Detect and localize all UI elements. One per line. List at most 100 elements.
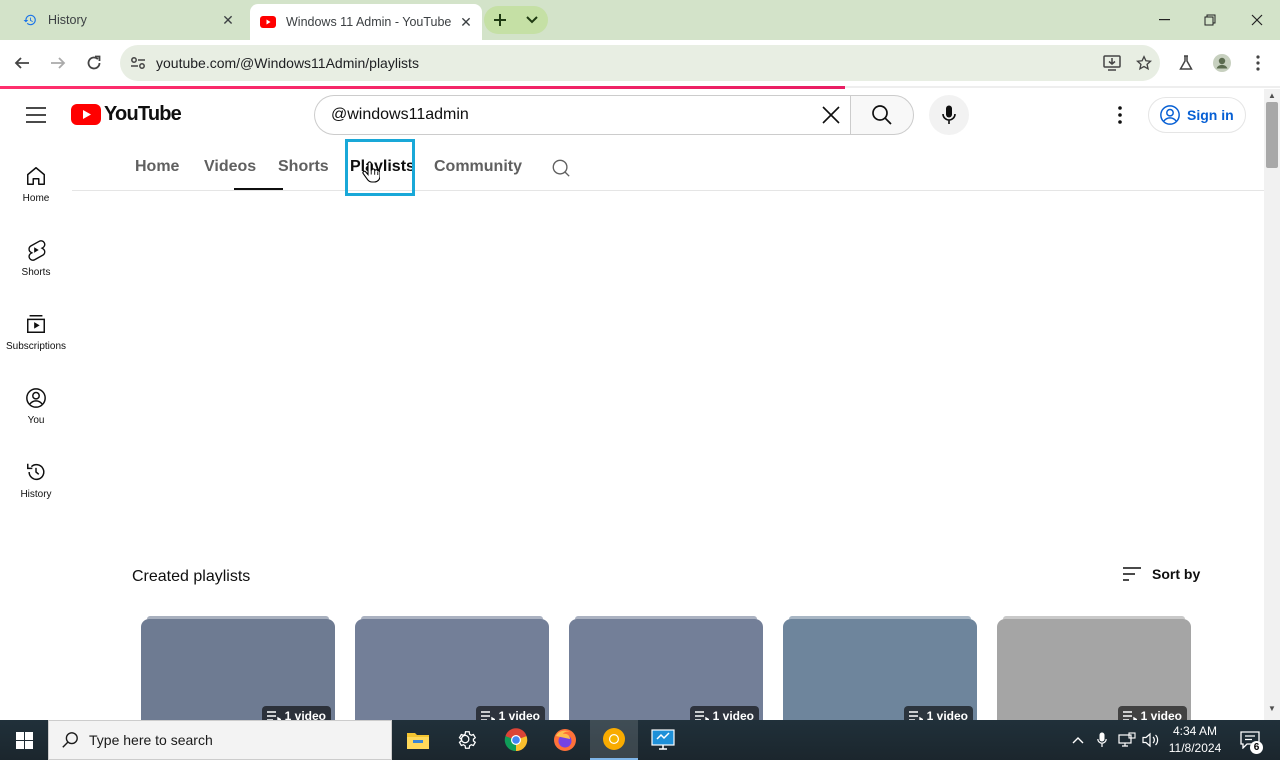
history-icon: [27, 463, 45, 481]
playlist-thumbnail[interactable]: [141, 619, 335, 720]
playlist-card[interactable]: 1 video: [783, 616, 977, 720]
tab-search-chevron-icon[interactable]: [516, 6, 548, 34]
browser-toolbar: youtube.com/@Windows11Admin/playlists: [0, 40, 1280, 86]
close-window-icon[interactable]: [1234, 0, 1280, 40]
browser-tab-youtube[interactable]: Windows 11 Admin - YouTube ✕: [250, 4, 482, 40]
minimize-icon[interactable]: [1141, 0, 1187, 40]
chrome-menu-icon[interactable]: [1242, 47, 1274, 79]
search-box: [314, 95, 851, 135]
scroll-up-arrow-icon[interactable]: ▲: [1268, 91, 1276, 100]
search-button[interactable]: [850, 95, 914, 135]
notifications-button[interactable]: 6: [1236, 720, 1264, 760]
windows-logo-icon: [15, 731, 33, 749]
guide-item-label: You: [27, 415, 45, 426]
microphone-icon: [942, 105, 956, 124]
site-settings-icon[interactable]: [120, 56, 156, 70]
scroll-down-arrow-icon[interactable]: ▼: [1268, 704, 1276, 713]
back-icon[interactable]: [6, 47, 38, 79]
playlist-card[interactable]: 1 video: [997, 616, 1191, 720]
guide-item-home[interactable]: Home: [0, 150, 72, 224]
show-hidden-icons-chevron-icon[interactable]: [1068, 720, 1088, 760]
playlist-thumbnail[interactable]: [997, 619, 1191, 720]
hamburger-menu-icon[interactable]: [16, 95, 56, 135]
notification-count-badge: 6: [1250, 741, 1263, 754]
page-scrollbar[interactable]: ▲ ▼: [1264, 89, 1280, 720]
taskbar-search-placeholder: Type here to search: [89, 732, 213, 748]
tab-community[interactable]: Community: [434, 154, 522, 190]
channel-search-icon[interactable]: [548, 155, 574, 181]
playlist-icon: [694, 711, 709, 720]
sort-by-button[interactable]: Sort by: [1122, 566, 1200, 582]
youtube-logo[interactable]: YouTube: [71, 103, 182, 126]
playlist-thumbnail[interactable]: [783, 619, 977, 720]
guide-item-shorts[interactable]: Shorts: [0, 224, 72, 298]
network-icon[interactable]: [1116, 720, 1138, 760]
hand-cursor-icon: [362, 161, 381, 188]
playlists-highlight-box: [345, 139, 415, 196]
file-explorer-icon[interactable]: [394, 720, 442, 760]
playlist-card[interactable]: 1 video: [141, 616, 335, 720]
search-icon: [872, 105, 892, 125]
tab-shorts[interactable]: Shorts: [278, 154, 329, 190]
shorts-icon: [28, 240, 46, 261]
taskbar-clock[interactable]: 4:34 AM 11/8/2024: [1166, 723, 1224, 757]
video-count-label: 1 video: [1140, 709, 1182, 720]
clock-time: 4:34 AM: [1172, 724, 1218, 738]
playlist-card[interactable]: 1 video: [569, 616, 763, 720]
tabs-divider: [72, 190, 1264, 191]
settings-more-icon[interactable]: [1100, 95, 1140, 135]
reload-icon[interactable]: [78, 47, 110, 79]
chrome-canary-app-icon[interactable]: [590, 720, 638, 760]
address-bar[interactable]: youtube.com/@Windows11Admin/playlists: [120, 45, 1160, 81]
tab-title: History: [48, 13, 87, 27]
search-input[interactable]: [331, 106, 811, 124]
clock-date: 11/8/2024: [1168, 741, 1222, 755]
playlist-thumbnail[interactable]: [569, 619, 763, 720]
microphone-tray-icon[interactable]: [1092, 720, 1112, 760]
taskbar-search[interactable]: Type here to search: [48, 720, 392, 760]
guide-item-subscriptions[interactable]: Subscriptions: [0, 298, 72, 372]
clear-search-icon[interactable]: [811, 96, 851, 134]
firefox-app-icon[interactable]: [541, 720, 589, 760]
playlist-card[interactable]: 1 video: [355, 616, 549, 720]
video-count-label: 1 video: [926, 709, 968, 720]
browser-tab-strip: History ✕ Windows 11 Admin - YouTube ✕: [0, 0, 1280, 40]
video-count-label: 1 video: [712, 709, 754, 720]
settings-gear-icon[interactable]: [443, 720, 491, 760]
chrome-app-icon[interactable]: [492, 720, 540, 760]
voice-search-button[interactable]: [929, 95, 969, 135]
new-tab-plus-icon[interactable]: [484, 6, 516, 34]
tab-videos[interactable]: Videos: [204, 154, 256, 190]
youtube-logo-icon: [71, 104, 101, 125]
video-count-label: 1 video: [498, 709, 540, 720]
section-title: Created playlists: [132, 568, 251, 585]
profile-avatar-icon[interactable]: [1206, 47, 1238, 79]
forward-icon[interactable]: [42, 47, 74, 79]
video-count-badge: 1 video: [689, 706, 759, 720]
youtube-favicon: [260, 14, 276, 30]
install-app-icon[interactable]: [1096, 47, 1128, 79]
close-icon[interactable]: ✕: [456, 12, 476, 32]
video-count-badge: 1 video: [1117, 706, 1187, 720]
close-icon[interactable]: ✕: [218, 10, 238, 30]
subscriptions-icon: [27, 315, 45, 333]
guide-item-label: History: [20, 489, 52, 500]
search-icon: [62, 732, 78, 748]
tab-home[interactable]: Home: [135, 154, 179, 190]
volume-icon[interactable]: [1140, 720, 1162, 760]
sign-in-button[interactable]: Sign in: [1148, 97, 1246, 133]
restore-icon[interactable]: [1187, 0, 1233, 40]
start-button[interactable]: [0, 720, 48, 760]
browser-tab-history[interactable]: History ✕: [12, 5, 244, 35]
youtube-masthead: YouTube Sign in: [0, 89, 1264, 141]
labs-flask-icon[interactable]: [1170, 47, 1202, 79]
bookmark-star-icon[interactable]: [1128, 47, 1160, 79]
scrollbar-thumb[interactable]: [1266, 102, 1278, 168]
remote-desktop-app-icon[interactable]: [639, 720, 687, 760]
guide-item-you[interactable]: You: [0, 372, 72, 446]
guide-item-history[interactable]: History: [0, 446, 72, 520]
playlist-thumbnail[interactable]: [355, 619, 549, 720]
sign-in-label: Sign in: [1187, 107, 1234, 123]
video-count-badge: 1 video: [903, 706, 973, 720]
playlist-icon: [480, 711, 495, 720]
